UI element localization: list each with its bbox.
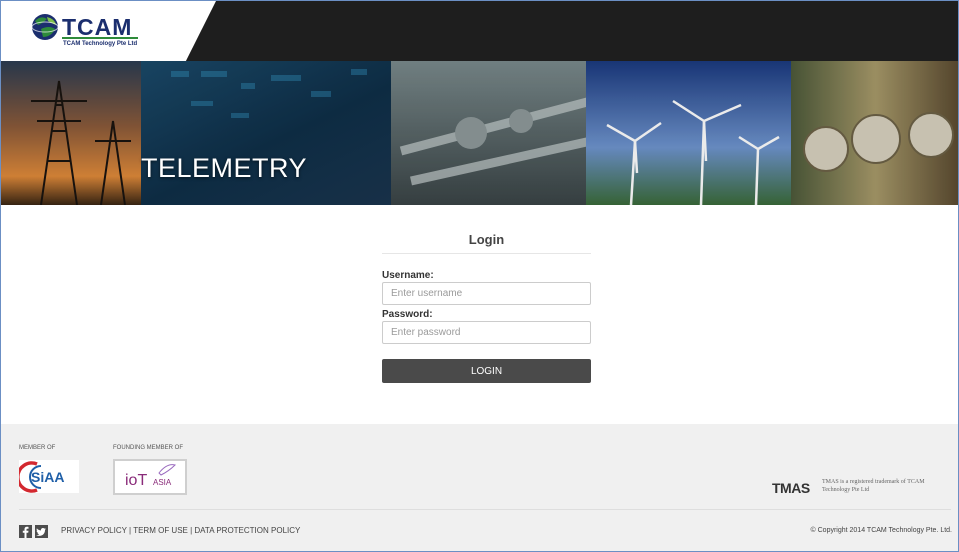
copyright: © Copyright 2014 TCAM Technology Pte. Lt… bbox=[810, 527, 952, 534]
iot-asia-logo[interactable]: ioT ASIA bbox=[113, 459, 187, 495]
hero-banner: TELEMETRY bbox=[1, 61, 958, 205]
founding-member-label: FOUNDING MEMBER OF bbox=[113, 445, 183, 451]
tmas-note: TMAS is a registered trademark of TCAM T… bbox=[822, 479, 925, 493]
tmas-trademark: TMAS TMAS is a registered trademark of T… bbox=[772, 478, 952, 498]
data-protection-policy-link[interactable]: DATA PROTECTION POLICY bbox=[194, 526, 300, 535]
siaa-logo[interactable]: SiAA bbox=[19, 460, 79, 493]
page-frame: TCAM TCAM Technology Pte Ltd TELEMETRY L… bbox=[0, 0, 959, 552]
tmas-logo: TMAS bbox=[772, 480, 810, 496]
svg-text:ASIA: ASIA bbox=[153, 478, 172, 487]
social-links bbox=[19, 525, 49, 538]
svg-text:SiAA: SiAA bbox=[31, 469, 64, 485]
facebook-icon[interactable] bbox=[19, 525, 32, 538]
top-bar: TCAM TCAM Technology Pte Ltd bbox=[1, 1, 958, 61]
logo-subtitle: TCAM Technology Pte Ltd bbox=[63, 41, 138, 47]
footer: MEMBER OF FOUNDING MEMBER OF SiAA ioT AS… bbox=[1, 424, 958, 551]
svg-text:ioT: ioT bbox=[125, 472, 147, 489]
login-button[interactable]: LOGIN bbox=[382, 359, 591, 383]
globe-icon bbox=[31, 14, 59, 40]
login-form: Login Username: Password: LOGIN bbox=[382, 226, 591, 383]
footer-divider bbox=[19, 509, 951, 510]
username-input[interactable] bbox=[382, 282, 591, 305]
password-label: Password: bbox=[382, 309, 433, 320]
logo-panel: TCAM TCAM Technology Pte Ltd bbox=[1, 1, 216, 61]
terms-of-use-link[interactable]: TERM OF USE bbox=[133, 526, 188, 535]
logo-wordmark: TCAM bbox=[62, 14, 132, 40]
username-label: Username: bbox=[382, 270, 434, 281]
policy-links: PRIVACY POLICY | TERM OF USE | DATA PROT… bbox=[61, 526, 300, 535]
password-input[interactable] bbox=[382, 321, 591, 344]
banner-title: TELEMETRY bbox=[141, 153, 308, 183]
login-title: Login bbox=[382, 226, 591, 254]
privacy-policy-link[interactable]: PRIVACY POLICY bbox=[61, 526, 127, 535]
twitter-icon[interactable] bbox=[35, 525, 48, 538]
member-of-label: MEMBER OF bbox=[19, 445, 56, 451]
